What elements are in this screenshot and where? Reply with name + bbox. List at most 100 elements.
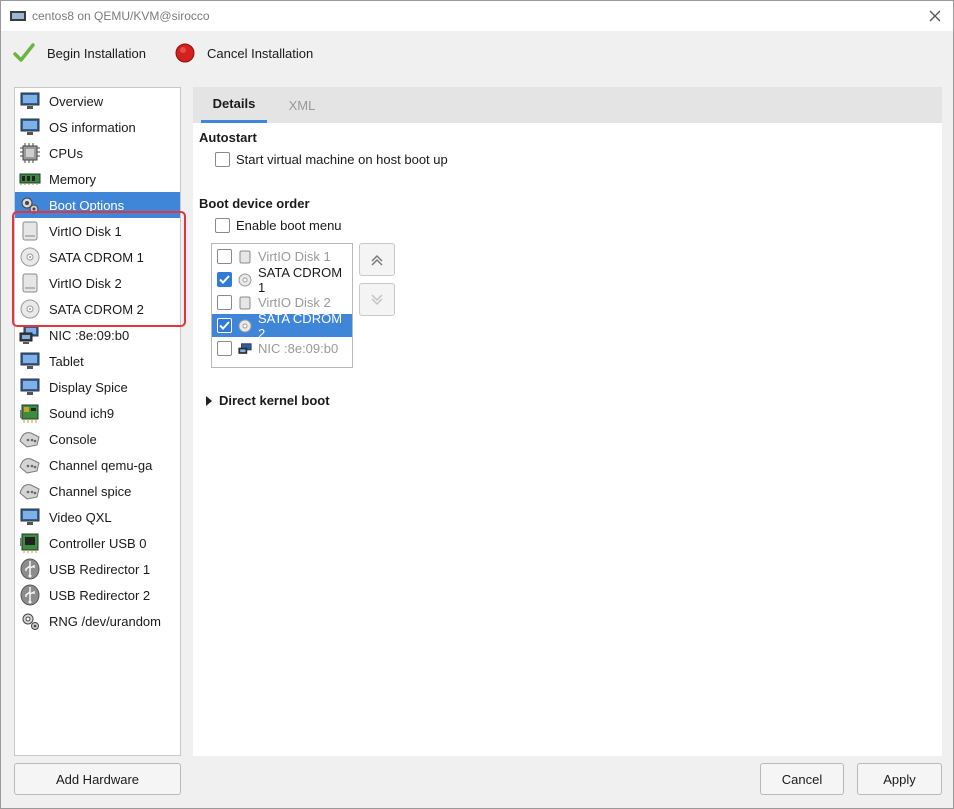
sidebar-item-overview[interactable]: Overview	[15, 88, 180, 114]
network-icon	[238, 342, 252, 356]
move-up-button[interactable]	[359, 243, 395, 276]
boot-device-checkbox[interactable]	[217, 272, 232, 287]
sidebar-item-label: Controller USB 0	[49, 535, 147, 551]
monitor-icon	[19, 116, 41, 138]
sidebar-item-sata-cdrom-1[interactable]: SATA CDROM 1	[15, 244, 180, 270]
sidebar-item-usb-redirector-1[interactable]: USB Redirector 1	[15, 556, 180, 582]
network-icon	[19, 324, 41, 346]
sidebar-item-label: SATA CDROM 1	[49, 249, 144, 265]
sidebar-item-virtio-disk-1[interactable]: VirtIO Disk 1	[15, 218, 180, 244]
window-title: centos8 on QEMU/KVM@sirocco	[32, 9, 210, 23]
sidebar-item-label: Channel qemu-ga	[49, 457, 153, 473]
disk-icon	[19, 220, 41, 242]
gear-icon	[19, 610, 41, 632]
move-down-button[interactable]	[359, 283, 395, 316]
boot-options-icon	[19, 194, 41, 216]
apply-button[interactable]: Apply	[857, 763, 942, 795]
usb-icon	[19, 584, 41, 606]
sidebar-item-console[interactable]: Console	[15, 426, 180, 452]
boot-device-checkbox[interactable]	[217, 341, 232, 356]
close-button[interactable]	[923, 4, 947, 28]
sidebar-item-boot-options[interactable]: Boot Options	[15, 192, 180, 218]
close-icon	[929, 10, 941, 22]
sidebar-item-label: CPUs	[49, 145, 83, 161]
boot-device-checkbox[interactable]	[217, 295, 232, 310]
chevron-up-icon	[371, 254, 383, 266]
disk-icon	[238, 250, 252, 264]
sidebar-item-label: USB Redirector 1	[49, 561, 151, 577]
sidebar-item-label: RNG /dev/urandom	[49, 613, 161, 629]
sidebar-item-channel-spice[interactable]: Channel spice	[15, 478, 180, 504]
usb-icon	[19, 558, 41, 580]
sidebar-item-cpus[interactable]: CPUs	[15, 140, 180, 166]
sidebar-item-label: Boot Options	[49, 197, 125, 213]
sidebar-item-label: Display Spice	[49, 379, 128, 395]
dialog-window: centos8 on QEMU/KVM@sirocco Begin Instal…	[0, 0, 954, 809]
toolbar: Begin Installation Cancel Installation	[1, 31, 953, 75]
monitor-icon	[19, 506, 41, 528]
tab-bar: Details XML	[193, 87, 942, 123]
vm-window-icon	[10, 11, 26, 21]
boot-device-label: SATA CDROM 1	[258, 264, 343, 295]
boot-menu-checkbox[interactable]	[215, 218, 230, 233]
sidebar-item-label: USB Redirector 2	[49, 587, 151, 603]
disk-icon	[19, 272, 41, 294]
begin-installation-button[interactable]: Begin Installation	[13, 39, 146, 67]
direct-kernel-boot-expander[interactable]: Direct kernel boot	[205, 393, 330, 408]
sidebar-item-label: OS information	[49, 119, 136, 135]
controller-icon	[19, 532, 41, 554]
autostart-checkbox-row[interactable]: Start virtual machine on host boot up	[215, 152, 448, 167]
title-bar: centos8 on QEMU/KVM@sirocco	[1, 1, 953, 31]
sidebar-item-display-spice[interactable]: Display Spice	[15, 374, 180, 400]
disk-icon	[238, 296, 252, 310]
tablet-icon	[19, 350, 41, 372]
cdrom-icon	[19, 246, 41, 268]
triangle-right-icon	[206, 395, 212, 406]
sidebar-item-label: NIC :8e:09:b0	[49, 327, 130, 343]
boot-menu-label: Enable boot menu	[236, 218, 342, 233]
cancel-installation-button[interactable]: Cancel Installation	[175, 39, 313, 67]
sidebar-item-nic[interactable]: NIC :8e:09:b0	[15, 322, 180, 348]
sidebar-item-label: SATA CDROM 2	[49, 301, 144, 317]
begin-installation-label: Begin Installation	[47, 45, 147, 61]
boot-device-row[interactable]: SATA CDROM 2	[212, 311, 352, 341]
boot-device-label: SATA CDROM 2	[258, 310, 343, 341]
boot-menu-checkbox-row[interactable]: Enable boot menu	[215, 218, 342, 233]
autostart-checkbox-label: Start virtual machine on host boot up	[236, 152, 448, 167]
sidebar-item-sata-cdrom-2[interactable]: SATA CDROM 2	[15, 296, 180, 322]
boot-device-row[interactable]: SATA CDROM 1	[212, 265, 352, 295]
sidebar-item-label: Memory	[49, 171, 96, 187]
serial-icon	[19, 480, 41, 502]
cancel-installation-label: Cancel Installation	[207, 45, 314, 61]
checkmark-icon	[13, 43, 35, 62]
sidebar-item-sound[interactable]: Sound ich9	[15, 400, 180, 426]
boot-device-label: VirtIO Disk 1	[258, 249, 331, 264]
sidebar-item-virtio-disk-2[interactable]: VirtIO Disk 2	[15, 270, 180, 296]
direct-kernel-boot-label: Direct kernel boot	[219, 393, 330, 408]
autostart-checkbox[interactable]	[215, 152, 230, 167]
sidebar-item-usb-redirector-2[interactable]: USB Redirector 2	[15, 582, 180, 608]
sidebar-item-memory[interactable]: Memory	[15, 166, 180, 192]
sidebar-item-label: Tablet	[49, 353, 84, 369]
sidebar-item-rng[interactable]: RNG /dev/urandom	[15, 608, 180, 634]
sidebar-item-video-qxl[interactable]: Video QXL	[15, 504, 180, 530]
sidebar-item-controller-usb-0[interactable]: Controller USB 0	[15, 530, 180, 556]
cancel-button[interactable]: Cancel	[760, 763, 844, 795]
tab-details[interactable]: Details	[201, 87, 267, 123]
tab-xml[interactable]: XML	[275, 87, 329, 123]
boot-device-checkbox[interactable]	[217, 249, 232, 264]
sidebar-item-label: VirtIO Disk 1	[49, 223, 122, 239]
hardware-list: Overview OS information CPUs Memory Boot…	[14, 87, 181, 756]
sidebar-item-label: Channel spice	[49, 483, 132, 499]
add-hardware-button[interactable]: Add Hardware	[14, 763, 181, 795]
sidebar-item-tablet[interactable]: Tablet	[15, 348, 180, 374]
cdrom-icon	[19, 298, 41, 320]
sidebar-item-channel-qemu-ga[interactable]: Channel qemu-ga	[15, 452, 180, 478]
boot-device-checkbox[interactable]	[217, 318, 232, 333]
boot-device-label: VirtIO Disk 2	[258, 295, 331, 310]
sidebar-item-os-information[interactable]: OS information	[15, 114, 180, 140]
boot-device-row[interactable]: NIC :8e:09:b0	[212, 337, 352, 360]
chevron-down-icon	[371, 293, 383, 305]
stop-icon	[175, 43, 195, 63]
sound-card-icon	[19, 402, 41, 424]
